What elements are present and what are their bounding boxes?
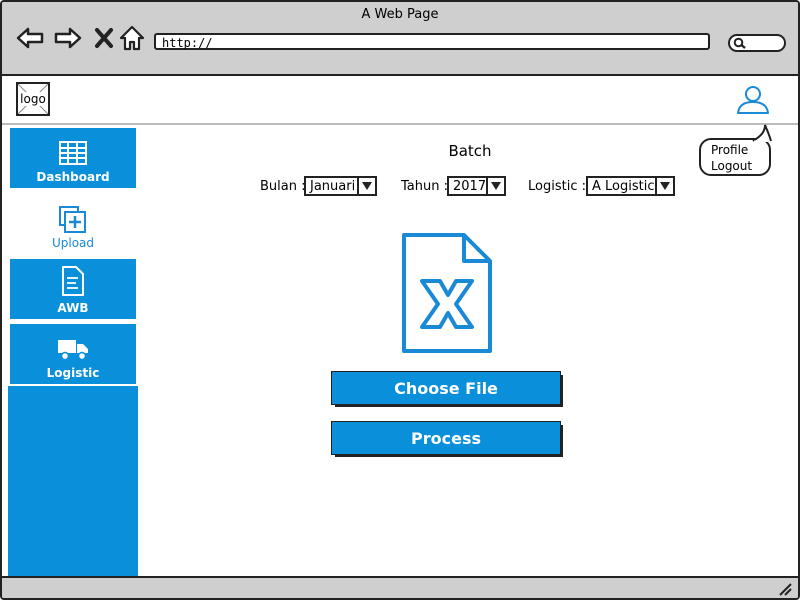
resize-grip-icon[interactable]: [778, 582, 792, 596]
logo-label: logo: [20, 92, 46, 106]
bulan-select[interactable]: Januari: [304, 176, 377, 196]
excel-file-icon: [400, 231, 494, 359]
close-icon[interactable]: [90, 24, 118, 52]
logistic-label: Logistic :: [528, 179, 586, 194]
sidebar-item-label: AWB: [57, 301, 89, 315]
browser-chrome: A Web Page http://: [2, 2, 798, 76]
user-icon[interactable]: [735, 84, 771, 116]
truck-icon: [58, 340, 88, 361]
sidebar-item-awb[interactable]: AWB: [10, 259, 136, 319]
sidebar-item-dashboard[interactable]: Dashboard: [10, 128, 136, 188]
logo: logo: [16, 82, 50, 116]
bulan-value: Januari: [310, 178, 356, 194]
chevron-down-icon: [357, 178, 375, 194]
chevron-down-icon: [655, 178, 673, 194]
tahun-select[interactable]: 2017: [447, 176, 506, 196]
sidebar-item-label: Logistic: [46, 366, 100, 380]
sidebar-fill: [8, 386, 138, 576]
document-icon: [62, 266, 84, 296]
sidebar-item-logistic[interactable]: Logistic: [10, 324, 136, 384]
upload-icon: [59, 206, 86, 233]
profile-menu-item-profile[interactable]: Profile: [711, 140, 769, 158]
logistic-value: A Logistic: [592, 178, 655, 194]
window-title: A Web Page: [361, 7, 439, 22]
logistic-select[interactable]: A Logistic: [586, 176, 675, 196]
status-bar: [2, 576, 798, 598]
profile-menu: Profile Logout: [699, 124, 772, 176]
browser-window: A Web Page http:// logo Dashboard Upload…: [0, 0, 800, 600]
address-bar[interactable]: http://: [154, 33, 710, 50]
home-icon[interactable]: [118, 24, 146, 52]
process-button[interactable]: Process: [331, 421, 561, 455]
app-header: logo: [2, 76, 798, 125]
main-content: Batch Bulan : Januari Tahun : 2017 Logis…: [142, 126, 798, 576]
choose-file-button[interactable]: Choose File: [331, 371, 561, 405]
forward-icon[interactable]: [54, 24, 82, 52]
search-field[interactable]: [728, 34, 786, 52]
bulan-label: Bulan :: [260, 179, 306, 194]
chevron-down-icon: [486, 178, 504, 194]
search-icon: [733, 37, 746, 49]
tahun-value: 2017: [453, 178, 487, 194]
sidebar-item-label: Dashboard: [36, 170, 110, 184]
sidebar-item-upload[interactable]: Upload: [10, 194, 136, 254]
profile-menu-item-logout[interactable]: Logout: [711, 158, 769, 174]
tahun-label: Tahun :: [401, 179, 448, 194]
sidebar-item-label: Upload: [51, 236, 95, 250]
back-icon[interactable]: [16, 24, 44, 52]
sidebar: Dashboard Upload AWB Logistic: [8, 128, 138, 576]
table-icon: [59, 141, 87, 165]
callout-tail: [752, 124, 772, 142]
